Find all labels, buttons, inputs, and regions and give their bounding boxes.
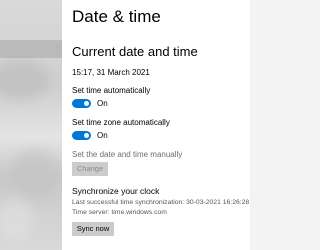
nav-blur-shape: [0, 200, 35, 240]
set-time-auto-state: On: [97, 99, 108, 108]
nav-selection-indicator: [56, 44, 60, 50]
time-server-text: Time server: time.windows.com: [72, 209, 167, 216]
main-content: Date & time Current date and time 15:17,…: [62, 0, 250, 250]
toggle-knob: [84, 101, 89, 106]
last-sync-text: Last successful time synchronization: 30…: [72, 199, 250, 206]
change-button[interactable]: Change: [72, 162, 108, 176]
set-timezone-auto-label: Set time zone automatically: [72, 118, 170, 127]
settings-window: Date & time Current date and time 15:17,…: [0, 0, 250, 250]
nav-blur-shape: [0, 60, 50, 100]
current-datetime: 15:17, 31 March 2021: [72, 68, 150, 77]
set-timezone-auto-state: On: [97, 131, 108, 140]
sync-heading: Synchronize your clock: [72, 186, 160, 196]
page-title: Date & time: [72, 7, 161, 26]
nav-item-date-time[interactable]: [0, 40, 62, 58]
nav-blur-shape: [10, 150, 60, 200]
set-time-auto-label: Set time automatically: [72, 86, 151, 95]
sync-now-button[interactable]: Sync now: [72, 222, 114, 236]
toggle-knob: [84, 133, 89, 138]
settings-nav-pane: [0, 0, 62, 250]
set-time-auto-toggle[interactable]: [72, 99, 91, 108]
set-timezone-auto-toggle[interactable]: [72, 131, 91, 140]
set-manual-label: Set the date and time manually: [72, 150, 183, 159]
section-title: Current date and time: [72, 44, 198, 59]
